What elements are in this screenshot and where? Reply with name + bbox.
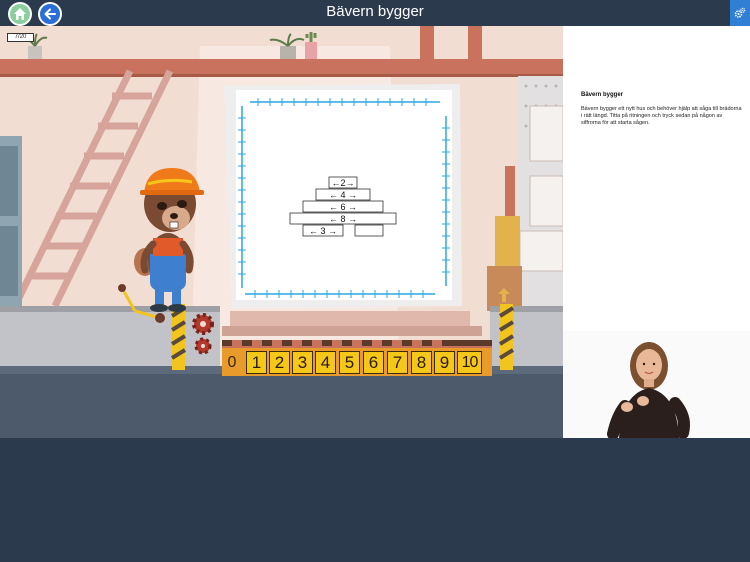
svg-text:← 4 →: ← 4 → (329, 190, 357, 200)
length-button-5[interactable]: 5 (339, 351, 360, 374)
footer-area (0, 438, 750, 562)
plank-length-label: 8 (340, 214, 345, 224)
home-button[interactable] (8, 2, 32, 26)
saw-icon (222, 340, 492, 346)
length-button-1[interactable]: 1 (246, 351, 267, 374)
length-button-10[interactable]: 10 (457, 351, 482, 374)
svg-text:← 6 →: ← 6 → (329, 202, 357, 212)
length-button-7[interactable]: 7 (387, 351, 408, 374)
blueprint-plank: ← 6 → (302, 200, 384, 213)
length-button-4[interactable]: 4 (315, 351, 336, 374)
gears-icon (734, 7, 746, 18)
length-button-6[interactable]: 6 (363, 351, 384, 374)
back-button[interactable] (38, 2, 62, 26)
plank-length-label: 6 (340, 202, 345, 212)
info-description: Bävern bygger ett nytt hus och behöver h… (581, 106, 742, 126)
info-title: Bävern bygger (581, 92, 624, 98)
svg-text:← 8 →: ← 8 → (329, 214, 357, 224)
blueprint-plank: ← 4 → (315, 188, 371, 201)
ruler-zero: 0 (227, 354, 237, 371)
blueprint-plank: ← 8 → (289, 212, 397, 225)
blueprint-plank: ←2→ (328, 176, 358, 189)
hazard-post (170, 304, 187, 370)
length-button-3[interactable]: 3 (292, 351, 313, 374)
page-title: Bävern bygger (326, 3, 424, 20)
blueprint-plank: ← 3 → (302, 224, 344, 237)
svg-text:←2→: ←2→ (331, 178, 354, 188)
arrow-left-icon (44, 8, 56, 20)
info-panel: Bävern bygger Bävern bygger ett nytt hus… (563, 26, 750, 438)
sign-language-video[interactable] (563, 331, 750, 438)
home-icon (14, 8, 26, 20)
workshop-background: ←2→ ← 4 → ← 6 → ← 8 → ← 3 → (0, 26, 563, 438)
plank-length-label: 3 (320, 226, 325, 236)
svg-text:← 3 →: ← 3 → (309, 226, 337, 236)
hazard-post (498, 304, 515, 370)
settings-button[interactable] (730, 0, 750, 26)
length-button-2[interactable]: 2 (269, 351, 290, 374)
plank-length-label: 2 (340, 178, 345, 188)
game-scene: ←2→ ← 4 → ← 6 → ← 8 → ← 3 → 0 1 2 3 4 5 … (0, 26, 563, 438)
top-bar: Bävern bygger (0, 0, 750, 26)
sign-language-interpreter (563, 331, 750, 438)
length-button-9[interactable]: 9 (434, 351, 455, 374)
blueprint-plank-empty (354, 224, 384, 237)
ruler: 0 1 2 3 4 5 6 7 8 9 10 (222, 340, 492, 376)
length-button-8[interactable]: 8 (411, 351, 432, 374)
plank-length-label: 4 (340, 190, 345, 200)
progress-counter: 7/20 (7, 33, 34, 42)
